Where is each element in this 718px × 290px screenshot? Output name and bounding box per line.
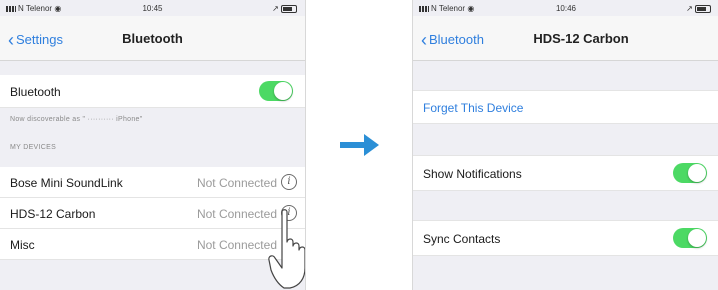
device-status: Not Connected [196, 207, 277, 221]
bluetooth-settings-screen: N Telenor ◉ 10:45 ↗ ‹ Settings Bluetooth … [0, 0, 306, 290]
notifications-label: Show Notifications [423, 167, 522, 181]
back-label: Settings [16, 32, 63, 47]
nav-bar: ‹ Bluetooth HDS-12 Carbon [413, 16, 718, 61]
device-name: Bose Mini SoundLink [10, 176, 123, 190]
device-status: Not Connected [196, 176, 277, 190]
forget-device-row[interactable]: Forget This Device [413, 90, 718, 124]
back-button[interactable]: ‹ Bluetooth [421, 30, 484, 51]
sync-contacts-label: Sync Contacts [423, 232, 501, 246]
battery: ↗ [686, 4, 711, 13]
section-header-my-devices: MY DEVICES [10, 144, 57, 151]
device-status: Not Connected [196, 238, 277, 252]
chevron-left-icon: ‹ [8, 30, 14, 50]
status-time: 10:45 [142, 4, 163, 13]
bluetooth-label: Bluetooth [10, 85, 61, 99]
battery: ↗ [272, 4, 297, 13]
device-row[interactable]: HDS-12 Carbon Not Connected i [0, 198, 305, 229]
nav-bar: ‹ Settings Bluetooth [0, 16, 305, 61]
tap-hand-icon [268, 209, 305, 289]
chevron-left-icon: ‹ [421, 30, 427, 50]
back-button[interactable]: ‹ Settings [8, 30, 63, 51]
device-name: HDS-12 Carbon [10, 207, 96, 221]
device-row[interactable]: Misc Not Connected [0, 229, 305, 260]
bluetooth-row: Bluetooth [0, 75, 305, 108]
page-title: HDS-12 Carbon [533, 31, 629, 46]
info-icon[interactable]: i [281, 174, 297, 190]
device-detail-screen: N Telenor ◉ 10:46 ↗ ‹ Bluetooth HDS-12 Ca… [412, 0, 718, 290]
device-row[interactable]: Bose Mini SoundLink Not Connected i [0, 167, 305, 198]
device-name: Misc [10, 238, 35, 252]
forget-device-link[interactable]: Forget This Device [423, 101, 523, 115]
arrow-right-icon [340, 134, 379, 156]
status-time: 10:46 [555, 4, 577, 13]
bluetooth-toggle[interactable] [259, 81, 293, 101]
sync-contacts-toggle[interactable] [673, 228, 707, 248]
sync-contacts-row: Sync Contacts [413, 220, 718, 256]
battery-icon [281, 4, 297, 13]
discoverable-text: Now discoverable as " ·········· iPhone" [10, 116, 143, 123]
status-bar: N Telenor ◉ 10:46 ↗ [413, 0, 718, 16]
notifications-toggle[interactable] [673, 163, 707, 183]
notifications-row: Show Notifications [413, 155, 718, 191]
status-bar: N Telenor ◉ 10:45 ↗ [0, 0, 305, 16]
battery-icon [695, 4, 711, 13]
back-label: Bluetooth [429, 32, 484, 47]
